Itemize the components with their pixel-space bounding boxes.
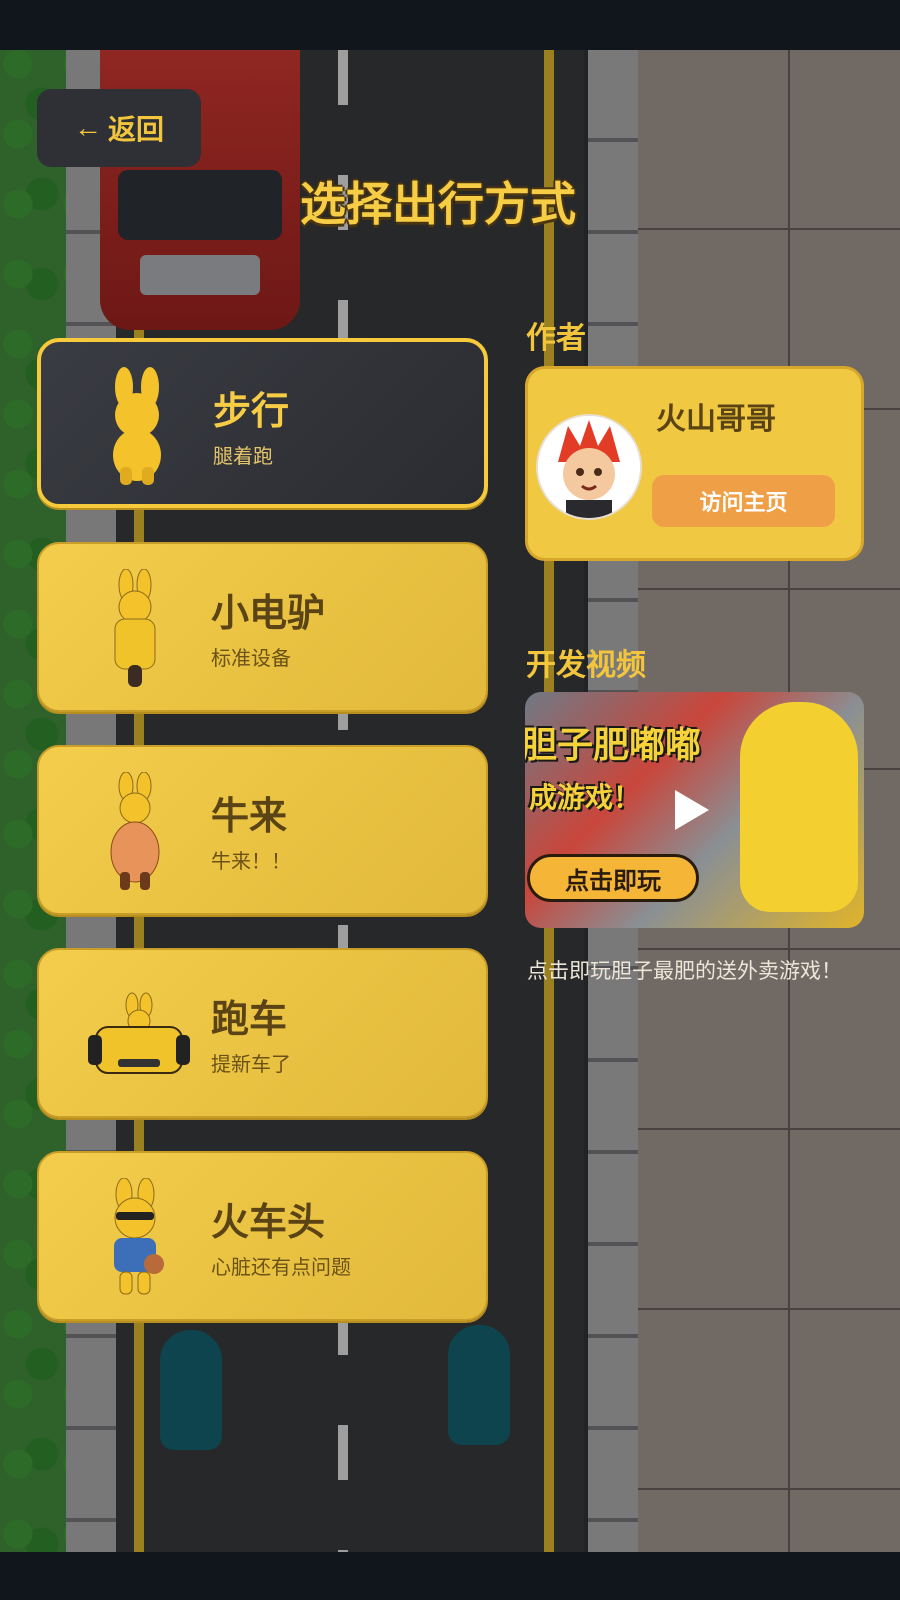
mode-desc: 牛来！！ [211, 849, 291, 873]
mode-desc: 标准设备 [211, 646, 291, 670]
mode-desc: 提新车了 [211, 1052, 291, 1076]
video-section-label: 开发视频 [526, 648, 646, 683]
mode-desc: 腿着跑 [213, 444, 273, 468]
back-label: 返回 [107, 114, 164, 145]
rabbit-cow-icon [110, 772, 160, 890]
mode-name: 小电驴 [211, 591, 326, 635]
mode-name: 步行 [213, 389, 290, 433]
mode-card-walk[interactable]: 步行 腿着跑 [37, 338, 488, 508]
sports-car-icon [88, 992, 190, 1074]
video-thumb-title: 胆子肥嘟嘟 [525, 725, 702, 766]
author-name: 火山哥哥 [656, 402, 776, 437]
mode-card-cow[interactable]: 牛来 牛来！！ [37, 745, 488, 915]
avatar[interactable] [536, 414, 642, 520]
mode-name: 跑车 [211, 997, 288, 1041]
video-thumb-play-badge: 点击即玩 [527, 854, 699, 902]
video-thumbnail[interactable]: 胆子肥嘟嘟 成游戏！ 点击即玩 [525, 692, 864, 928]
rabbit-ebike-icon [114, 569, 156, 687]
page-title: 选择出行方式 [300, 177, 576, 231]
mode-desc: 心脏还有点问题 [211, 1255, 351, 1279]
author-card: 火山哥哥 访问主页 [525, 366, 864, 561]
back-button[interactable]: ← 返回 [37, 89, 201, 167]
mascot-image [740, 702, 858, 912]
video-caption: 点击即玩胆子最肥的送外卖游戏！ [527, 959, 842, 983]
author-section-label: 作者 [526, 321, 586, 356]
video-thumb-subtitle: 成游戏！ [529, 781, 642, 814]
rabbit-walk-icon [113, 367, 161, 485]
rabbit-runner-icon [114, 1178, 164, 1295]
arrow-left-icon: ← [73, 112, 102, 143]
mode-card-sportscar[interactable]: 跑车 提新车了 [37, 948, 488, 1118]
visit-homepage-button[interactable]: 访问主页 [652, 475, 835, 527]
play-icon[interactable] [675, 790, 709, 830]
mode-name: 火车头 [211, 1200, 326, 1244]
mode-name: 牛来 [211, 794, 288, 838]
mode-card-ebike[interactable]: 小电驴 标准设备 [37, 542, 488, 712]
author-avatar-icon [538, 416, 640, 518]
mode-card-locomotive[interactable]: 火车头 心脏还有点问题 [37, 1151, 488, 1321]
